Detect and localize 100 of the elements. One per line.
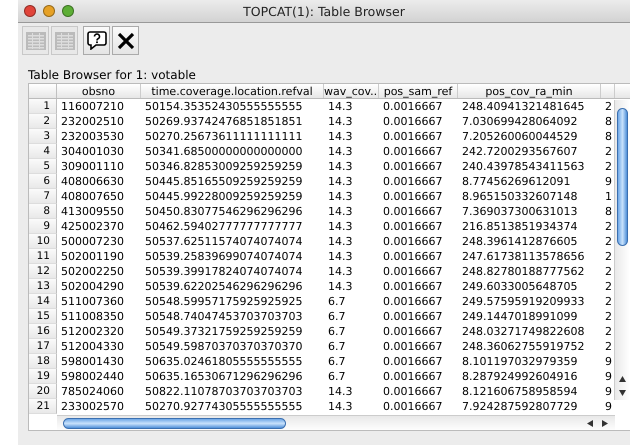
scroll-left-icon[interactable] xyxy=(587,420,593,427)
column-header[interactable]: pos_sam_ref xyxy=(384,85,452,98)
table-cell: 0.0016667 xyxy=(383,130,442,143)
table-cell: 0.0016667 xyxy=(383,160,442,173)
table-cell: 7.369037300631013 xyxy=(462,205,578,218)
table-caption: Table Browser for 1: votable xyxy=(28,68,196,82)
row-number: 18 xyxy=(36,355,50,367)
row-number: 6 xyxy=(43,175,50,187)
row-number: 2 xyxy=(43,115,50,127)
table-cell: 0.0016667 xyxy=(383,115,442,128)
table-cell: 216.8513851934374 xyxy=(462,220,578,233)
table-cell: 0.0016667 xyxy=(383,400,442,413)
scroll-right-icon[interactable] xyxy=(602,420,608,427)
table-cell: 512004330 xyxy=(61,340,124,353)
table-cell: 0.0016667 xyxy=(383,340,442,353)
zoom-button[interactable] xyxy=(62,5,74,17)
table-cell: 14.3 xyxy=(328,115,352,128)
table-cell: 0.0016667 xyxy=(383,145,442,158)
table-cell: 50462.59402777777777777 xyxy=(145,220,302,233)
table-cell: 0.0016667 xyxy=(383,325,442,338)
row-number: 5 xyxy=(43,160,50,172)
table-cell: 2 xyxy=(605,220,612,233)
table-cell: 14.3 xyxy=(328,130,352,143)
table-cell: 2 xyxy=(605,145,612,158)
table-cell: 309001110 xyxy=(61,160,124,173)
row-number: 4 xyxy=(43,145,50,157)
table-cell: 0.0016667 xyxy=(383,295,442,308)
table-cell: 8.965150332607148 xyxy=(462,190,578,203)
table-cell: 249.6033005648705 xyxy=(462,280,578,293)
column-header[interactable]: pos_cov_ra_min xyxy=(485,85,573,98)
table-cell: 2 xyxy=(605,295,612,308)
scroll-thumb[interactable] xyxy=(617,108,628,246)
table-cell: 50548.59957175925925925 xyxy=(145,295,302,308)
table-cell: 50822.11078703703703703 xyxy=(145,385,302,398)
table-cell: 14.3 xyxy=(328,385,352,398)
column-header[interactable]: obsno xyxy=(82,85,116,98)
table-cell: 8 xyxy=(605,205,612,218)
table-cell: 50548.74047453703703703 xyxy=(145,310,302,323)
row-number: 13 xyxy=(36,280,50,292)
table-cell: 116007210 xyxy=(61,100,124,113)
row-number: 9 xyxy=(43,220,50,232)
table-cell: 14.3 xyxy=(328,265,352,278)
table-cell: 240.43978543411563 xyxy=(462,160,584,173)
close-button[interactable] xyxy=(24,5,36,17)
row-number: 8 xyxy=(43,205,50,217)
row-number: 21 xyxy=(36,400,50,412)
table-cell: 408007650 xyxy=(61,190,124,203)
close-icon xyxy=(116,32,134,50)
table-cell: 50154.35352430555555555 xyxy=(145,100,302,113)
table-cell: 0.0016667 xyxy=(383,355,442,368)
table-cell: 2 xyxy=(605,310,612,323)
table-cell: 50635.16530671296296296 xyxy=(145,370,302,383)
minimize-button[interactable] xyxy=(43,5,55,17)
close-button[interactable] xyxy=(112,26,139,55)
table-cell: 8.287924992604916 xyxy=(462,370,578,383)
table-cell: 0.0016667 xyxy=(383,385,442,398)
table-cell: 50635.02461805555555555 xyxy=(145,355,302,368)
table-cell: 6.7 xyxy=(328,325,346,338)
table-cell: 2 xyxy=(605,235,612,248)
table-cell: 248.36062755919752 xyxy=(462,340,584,353)
table-cell: 50539.25839699074074074 xyxy=(145,250,302,263)
column-header[interactable]: time.coverage.location.refval xyxy=(151,85,313,98)
column-header[interactable]: wav_cov... xyxy=(324,85,378,98)
table-cell: 6.7 xyxy=(328,295,346,308)
vertical-scrollbar[interactable] xyxy=(614,100,630,400)
row-number: 1 xyxy=(43,100,50,112)
row-number: 16 xyxy=(36,325,50,337)
table-cell: 14.3 xyxy=(328,190,352,203)
table-cell: 50346.82853009259259259 xyxy=(145,160,302,173)
row-number: 10 xyxy=(36,235,50,247)
table-cell: 14.3 xyxy=(328,400,352,413)
table-cell: 14.3 xyxy=(328,220,352,233)
table-cell: 7.205260060044529 xyxy=(462,130,578,143)
scroll-down-icon[interactable] xyxy=(619,390,626,396)
table-cell: 2 xyxy=(605,265,612,278)
table-cell: 8 xyxy=(605,115,612,128)
table-cell: 50269.93742476851851851 xyxy=(145,115,302,128)
table-cell: 249.57595919209933 xyxy=(462,295,584,308)
table-cell: 9 xyxy=(605,400,612,413)
table-cell: 248.3961412876605 xyxy=(462,235,578,248)
window-title: TOPCAT(1): Table Browser xyxy=(243,4,405,18)
table-cell: 0.0016667 xyxy=(383,310,442,323)
table-cell: 7.030699428064092 xyxy=(462,115,578,128)
scroll-up-icon[interactable] xyxy=(619,376,626,382)
row-number: 17 xyxy=(36,340,50,352)
scroll-thumb[interactable] xyxy=(63,418,286,429)
table-cell: 242.7200293567607 xyxy=(462,145,578,158)
table-cell: 8.77456269612091 xyxy=(462,175,570,188)
table-cell: 1 xyxy=(605,190,612,203)
horizontal-scrollbar[interactable] xyxy=(57,415,615,430)
table-cell: 8 xyxy=(605,130,612,143)
help-icon xyxy=(86,31,106,50)
row-number: 12 xyxy=(36,265,50,277)
table-cell: 50549.59870370370370370 xyxy=(145,340,302,353)
table-cell: 0.0016667 xyxy=(383,235,442,248)
table-cell: 2 xyxy=(605,280,612,293)
table-cell: 2 xyxy=(605,100,612,113)
help-button[interactable] xyxy=(83,26,110,55)
table-cell: 50445.85165509259259259 xyxy=(145,175,302,188)
table-cell: 500007230 xyxy=(61,235,124,248)
